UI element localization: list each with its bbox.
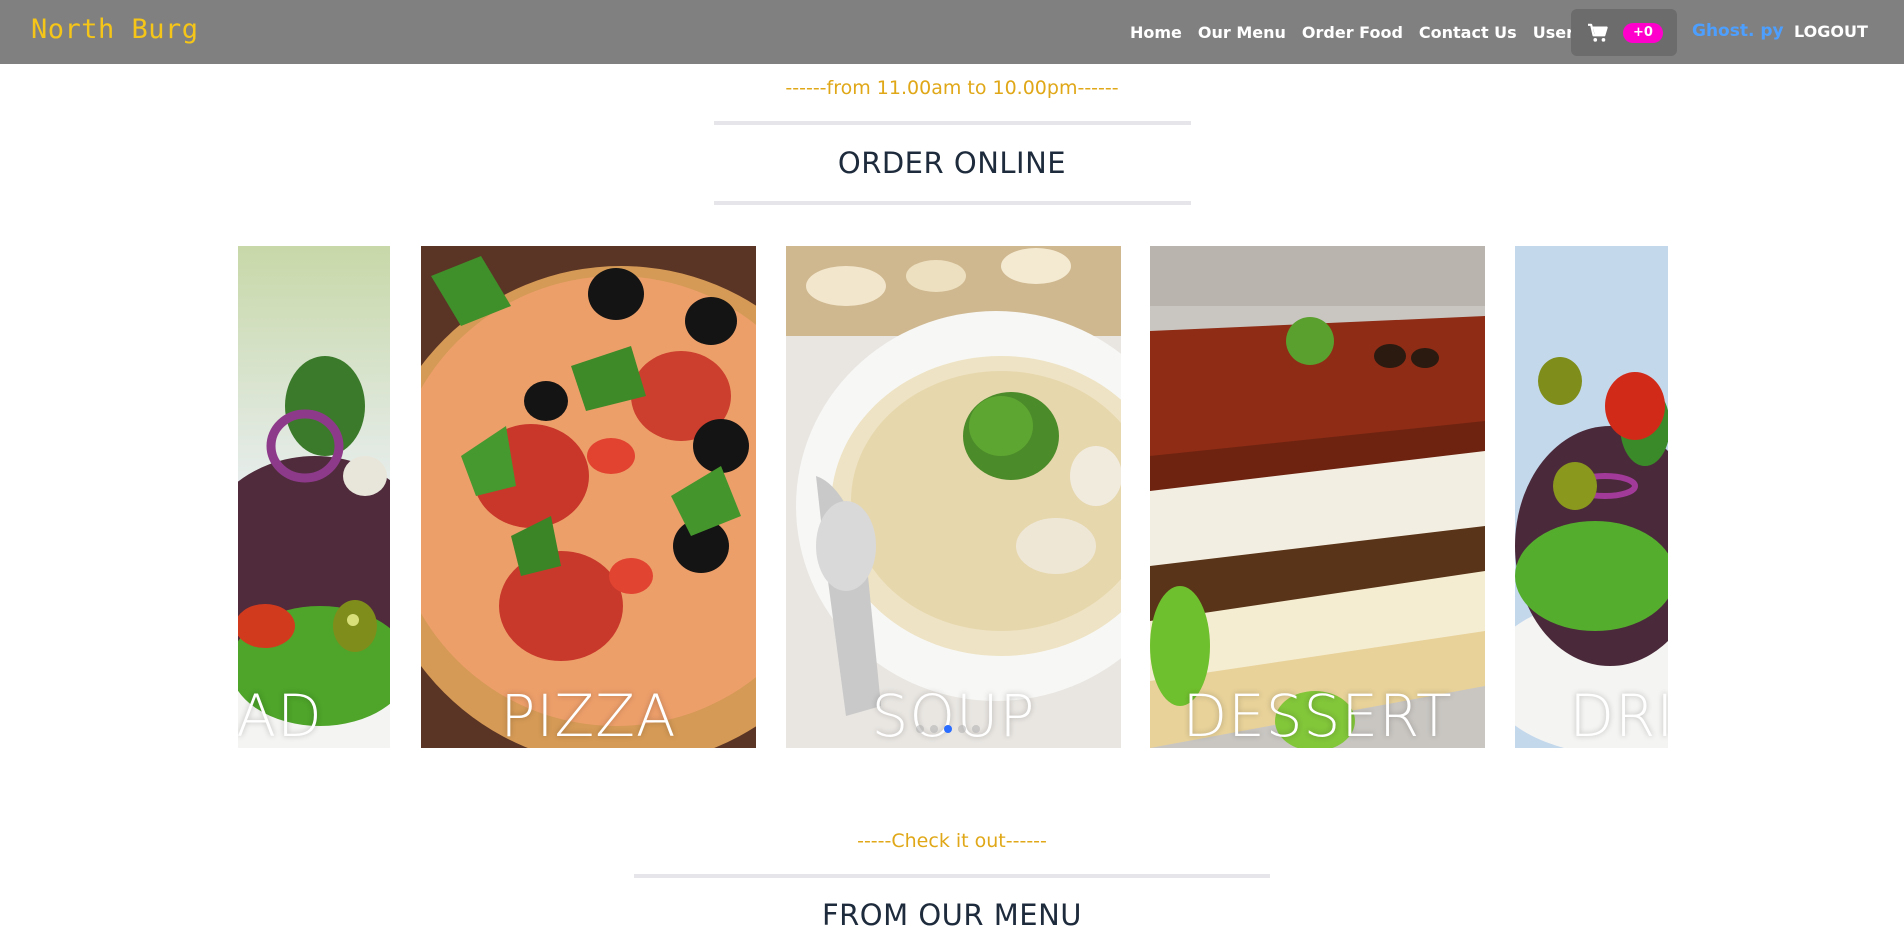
divider-bottom bbox=[714, 201, 1191, 205]
carousel-dot-3[interactable] bbox=[944, 725, 952, 733]
opening-hours: ------from 11.00am to 10.00pm------ bbox=[785, 77, 1119, 99]
food-carousel[interactable]: SALAD PIZZA bbox=[238, 246, 1668, 748]
divider-menu bbox=[634, 874, 1270, 878]
user-account-link[interactable]: Ghost. py bbox=[1692, 21, 1784, 41]
carousel-dots bbox=[916, 725, 980, 733]
navbar: North Burg Home Our Menu Order Food Cont… bbox=[0, 0, 1904, 64]
cart-count-badge: +0 bbox=[1623, 22, 1663, 43]
cart-button[interactable]: +0 bbox=[1571, 9, 1677, 56]
divider-top bbox=[714, 121, 1191, 125]
carousel-dot-2[interactable] bbox=[930, 725, 938, 733]
brand-logo[interactable]: North Burg bbox=[31, 14, 199, 45]
carousel-card-salad[interactable]: SALAD bbox=[238, 246, 390, 748]
carousel-card-drinks[interactable]: DRINKS bbox=[1515, 246, 1668, 748]
nav-order-food[interactable]: Order Food bbox=[1302, 23, 1403, 42]
dessert-image bbox=[1150, 246, 1485, 748]
nav-contact-us[interactable]: Contact Us bbox=[1419, 23, 1517, 42]
carousel-label-salad: SALAD bbox=[238, 682, 323, 748]
carousel-label-drinks: DRINKS bbox=[1569, 682, 1668, 748]
nav-our-menu[interactable]: Our Menu bbox=[1198, 23, 1286, 42]
carousel-label-soup: SOUP bbox=[871, 682, 1036, 748]
carousel-dot-4[interactable] bbox=[958, 725, 966, 733]
carousel-card-soup[interactable]: SOUP bbox=[786, 246, 1121, 748]
cart-icon bbox=[1588, 23, 1608, 42]
carousel-label-dessert: DESSERT bbox=[1182, 682, 1453, 748]
carousel-card-pizza[interactable]: PIZZA bbox=[421, 246, 756, 748]
nav-links: Home Our Menu Order Food Contact Us User… bbox=[1130, 0, 1647, 64]
logout-link[interactable]: LOGOUT bbox=[1794, 22, 1868, 41]
salad-image bbox=[238, 246, 390, 748]
carousel-label-pizza: PIZZA bbox=[500, 682, 677, 748]
check-it-out-tagline: -----Check it out------ bbox=[857, 830, 1047, 852]
pizza-image bbox=[421, 246, 756, 748]
carousel-dot-1[interactable] bbox=[916, 725, 924, 733]
nav-home[interactable]: Home bbox=[1130, 23, 1182, 42]
drinks-image bbox=[1515, 246, 1668, 748]
soup-image bbox=[786, 246, 1121, 748]
carousel-card-dessert[interactable]: DESSERT bbox=[1150, 246, 1485, 748]
from-our-menu-title: FROM OUR MENU bbox=[821, 898, 1083, 932]
order-online-title: ORDER ONLINE bbox=[837, 146, 1067, 180]
carousel-dot-5[interactable] bbox=[972, 725, 980, 733]
